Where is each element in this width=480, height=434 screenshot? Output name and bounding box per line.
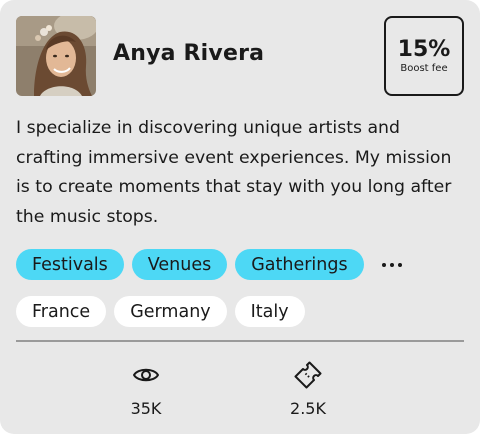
eye-icon: [133, 368, 159, 382]
views-count: 35K: [130, 399, 162, 418]
category-tags: Festivals Venues Gatherings: [16, 249, 406, 280]
tag-venues[interactable]: Venues: [131, 249, 228, 280]
profile-card: Anya Rivera 15% Boost fee I specialize i…: [0, 0, 480, 434]
ticket-icon: [294, 361, 322, 389]
tickets-stat: 2.5K: [268, 360, 348, 418]
profile-name: Anya Rivera: [113, 41, 265, 66]
avatar[interactable]: [16, 16, 96, 96]
profile-photo-icon: [16, 16, 96, 96]
ellipsis-dot: [389, 262, 394, 267]
location-tags: France Germany Italy: [16, 296, 305, 327]
ellipsis-icon[interactable]: [378, 259, 406, 271]
tag-festivals[interactable]: Festivals: [16, 249, 124, 280]
bio-text: I specialize in discovering unique artis…: [16, 118, 452, 227]
boost-fee-badge[interactable]: 15% Boost fee: [384, 16, 464, 96]
location-france[interactable]: France: [16, 296, 107, 327]
views-stat: 35K: [106, 360, 186, 418]
boost-fee-label: Boost fee: [400, 62, 448, 74]
divider: [16, 340, 464, 342]
tag-gatherings[interactable]: Gatherings: [235, 249, 364, 280]
boost-fee-percent: 15%: [397, 36, 451, 62]
ellipsis-dot: [397, 262, 402, 267]
location-italy[interactable]: Italy: [234, 296, 305, 327]
tickets-count: 2.5K: [290, 399, 326, 418]
ellipsis-dot: [381, 262, 386, 267]
location-germany[interactable]: Germany: [114, 296, 227, 327]
